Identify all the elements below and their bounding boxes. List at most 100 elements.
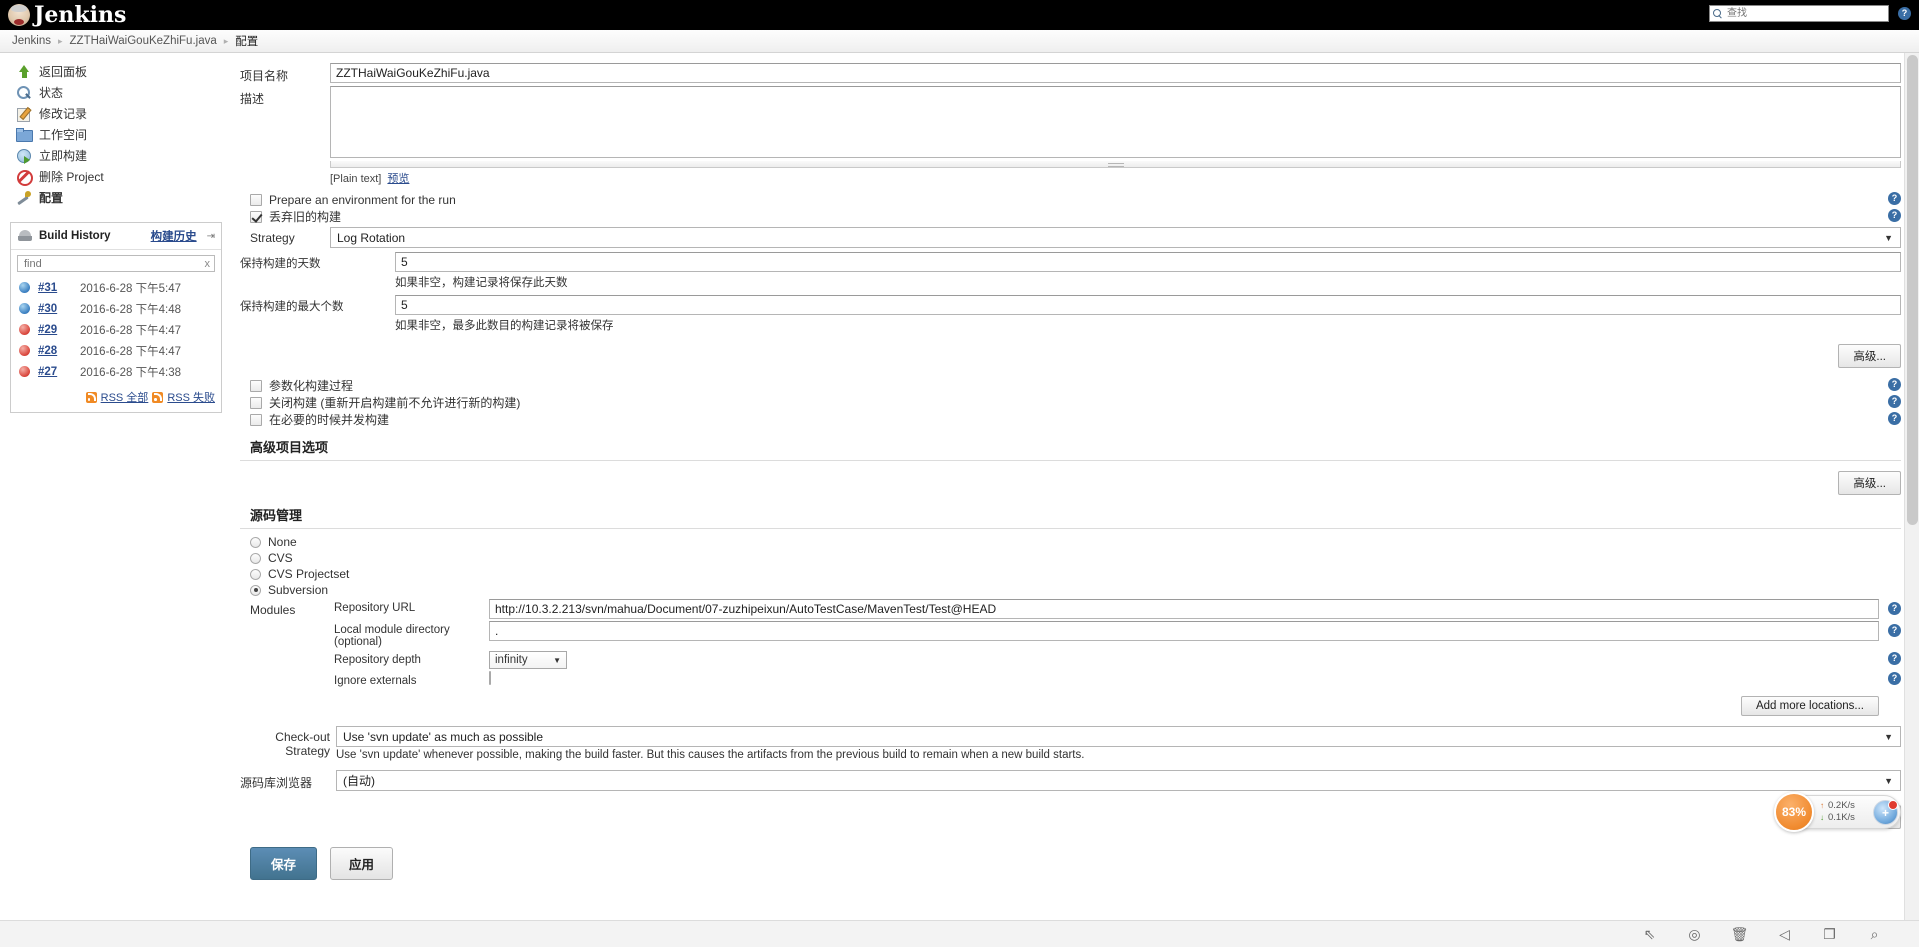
breadcrumb-current: 配置 [235,36,259,48]
assistant-ball-icon[interactable]: + [1873,800,1898,825]
local-module-directory-input[interactable] [489,621,1879,641]
concurrent-build-checkbox[interactable] [250,413,262,426]
parameterized-build-row[interactable]: 参数化构建过程 [240,378,1901,393]
prepare-environment-row[interactable]: Prepare an environment for the run [240,192,1901,207]
sidebar-item-changes[interactable]: 修改记录 [10,103,232,124]
search-input[interactable] [1725,7,1885,20]
scm-option-subversion[interactable]: Subversion [240,583,1901,597]
repository-url-input[interactable] [489,599,1879,619]
help-icon[interactable]: ? [1888,378,1901,391]
add-more-locations-button[interactable]: Add more locations... [1740,696,1879,716]
trash-icon[interactable]: 🗑 [1731,926,1749,943]
chevron-down-icon: ▼ [1884,775,1893,786]
build-number[interactable]: #27 [38,366,72,378]
page-scrollbar[interactable] [1904,53,1919,920]
checkout-strategy-select[interactable]: Use 'svn update' as much as possible ▼ [336,726,1901,747]
global-search-box[interactable] [1709,5,1889,22]
help-icon[interactable]: ? [1888,602,1901,615]
sidebar-item-status[interactable]: 状态 [10,82,232,103]
build-history-row[interactable]: #27 2016-6-28 下午4:38 [11,361,221,382]
rss-icon [85,391,97,403]
help-icon[interactable]: ? [1888,652,1901,665]
repository-depth-row: Repository depth infinity ▼ ? [334,651,1901,669]
help-icon[interactable]: ? [1888,192,1901,205]
help-icon[interactable]: ? [1888,672,1901,685]
prepare-environment-checkbox[interactable] [250,193,262,206]
parameterized-build-checkbox[interactable] [250,379,262,392]
days-to-keep-input[interactable] [395,252,1901,272]
help-icon[interactable]: ? [1888,624,1901,637]
radio-icon[interactable] [250,568,261,580]
advanced-button[interactable]: 高级... [1838,471,1901,495]
apply-button[interactable]: 应用 [330,847,394,880]
window-icon[interactable]: ❐ [1821,926,1838,943]
strategy-select[interactable]: Log Rotation ▼ [330,227,1901,248]
description-textarea[interactable] [330,86,1901,158]
breadcrumb-root[interactable]: Jenkins [12,35,51,47]
discard-old-builds-row[interactable]: 丢弃旧的构建 [240,209,1901,224]
sidebar-item-label: 立即构建 [39,149,88,163]
build-history-row[interactable]: #29 2016-6-28 下午4:47 [11,319,221,340]
plain-text-label: [Plain text] [330,173,382,185]
search-icon [1713,9,1722,18]
build-history-row[interactable]: #30 2016-6-28 下午4:48 [11,298,221,319]
help-icon[interactable]: ? [1888,395,1901,408]
project-name-input[interactable] [330,63,1901,83]
scm-option-cvs[interactable]: CVS [240,551,1901,565]
scm-option-none[interactable]: None [240,535,1901,549]
download-rate: 0.1K/s [1828,812,1855,823]
ignore-externals-checkbox[interactable] [489,671,491,685]
build-number[interactable]: #28 [38,345,72,357]
pin-off-icon[interactable]: ⇖ [1641,926,1658,943]
build-number[interactable]: #30 [38,303,72,315]
scm-option-cvs-projectset[interactable]: CVS Projectset [240,567,1901,581]
page-body: 返回面板 状态 修改记录 工作空间 立即构建 删除 Project 配置 Bui… [0,53,1919,947]
rss-all-link[interactable]: RSS 全部 [101,389,149,405]
advanced-button[interactable]: 高级... [1838,344,1901,368]
sidebar-item-build-now[interactable]: 立即构建 [10,145,232,166]
build-history-find-box[interactable]: x [17,255,215,272]
disable-build-checkbox[interactable] [250,396,262,409]
sidebar-item-configure[interactable]: 配置 [10,187,232,208]
network-speed-widget[interactable]: 83% ↑ 0.2K/s ↓ 0.1K/s + [1774,792,1901,832]
disable-build-row[interactable]: 关闭构建 (重新开启构建前不允许进行新的构建) [240,395,1901,410]
build-history-row[interactable]: #31 2016-6-28 下午5:47 [11,277,221,298]
build-number[interactable]: #29 [38,324,72,336]
max-builds-input[interactable] [395,295,1901,315]
repository-browser-select[interactable]: (自动) ▼ [336,770,1901,791]
sidebar-item-label: 工作空间 [39,128,88,142]
radio-icon[interactable] [250,536,261,548]
sidebar-item-back-to-dashboard[interactable]: 返回面板 [10,61,232,82]
compass-icon[interactable]: ◎ [1686,926,1703,943]
header-help-icon[interactable]: ? [1898,7,1911,20]
sidebar-item-delete-project[interactable]: 删除 Project [10,166,232,187]
help-icon[interactable]: ? [1888,209,1901,222]
discard-old-builds-checkbox[interactable] [250,210,262,223]
build-number[interactable]: #31 [38,282,72,294]
radio-icon-selected[interactable] [250,584,261,596]
search-icon [16,85,32,101]
repository-depth-value: infinity [495,654,528,666]
repository-depth-select[interactable]: infinity ▼ [489,651,567,669]
project-name-label: 项目名称 [240,69,289,83]
scm-title: 源码管理 [250,508,303,523]
clear-icon[interactable]: x [205,258,211,270]
build-history-row[interactable]: #28 2016-6-28 下午4:47 [11,340,221,361]
preview-link[interactable]: 预览 [387,173,409,185]
breadcrumb-project[interactable]: ZZTHaiWaiGouKeZhiFu.java [70,35,217,47]
speaker-icon[interactable]: ◁ [1776,926,1793,943]
concurrent-build-row[interactable]: 在必要的时候并发构建 [240,412,1901,427]
build-history-expand-icon[interactable]: ⇥ [207,231,215,242]
sidebar-item-label: 修改记录 [39,107,88,121]
scrollbar-thumb[interactable] [1907,55,1918,525]
build-history-link[interactable]: 构建历史 [151,228,197,244]
search-icon[interactable]: ⌕ [1866,926,1883,943]
jenkins-logo[interactable]: Jenkins [8,2,126,28]
build-history-find-input[interactable] [22,256,205,271]
help-icon[interactable]: ? [1888,412,1901,425]
save-button[interactable]: 保存 [250,847,318,880]
sidebar-item-workspace[interactable]: 工作空间 [10,124,232,145]
textarea-resize-handle[interactable] [330,161,1901,168]
rss-failed-link[interactable]: RSS 失败 [167,389,215,405]
radio-icon[interactable] [250,552,261,564]
